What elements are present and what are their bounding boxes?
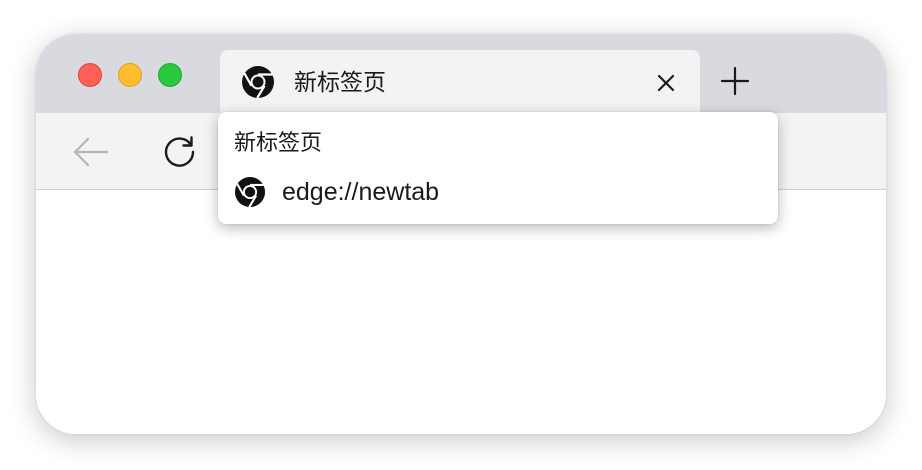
chrome-icon [234, 176, 266, 208]
window-close-button[interactable] [78, 63, 102, 87]
screen: 新标签页 新标签页 edge://newtab [0, 0, 922, 470]
tab-new-tab[interactable]: 新标签页 [220, 50, 700, 116]
reload-icon[interactable] [162, 134, 198, 170]
chrome-icon [241, 65, 275, 99]
hover-card-title: 新标签页 [234, 130, 323, 155]
window-maximize-button[interactable] [158, 63, 182, 87]
back-arrow-icon[interactable] [72, 136, 110, 168]
page-content [36, 190, 886, 434]
plus-icon[interactable] [719, 65, 751, 97]
browser-window: 新标签页 [36, 34, 886, 434]
tab-hover-card: 新标签页 edge://newtab [218, 112, 778, 224]
close-icon[interactable] [654, 71, 678, 95]
hover-card-url: edge://newtab [282, 178, 440, 206]
tab-title: 新标签页 [294, 69, 386, 95]
window-minimize-button[interactable] [118, 63, 142, 87]
tab-strip: 新标签页 [36, 34, 886, 116]
